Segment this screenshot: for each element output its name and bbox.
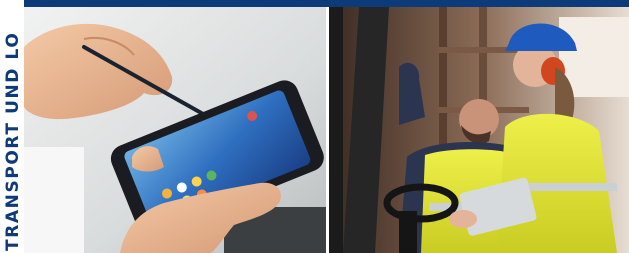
photo-smartphone-stylus — [24, 7, 326, 253]
side-section-label: TRANSPORT UND LO — [0, 0, 24, 253]
smartphone-photo-illustration — [24, 7, 326, 253]
photo-warehouse-forklift-workers — [329, 7, 629, 253]
top-brand-bar — [0, 0, 629, 7]
warehouse-photo-illustration — [329, 7, 629, 253]
side-label-text: TRANSPORT UND LO — [3, 31, 23, 251]
